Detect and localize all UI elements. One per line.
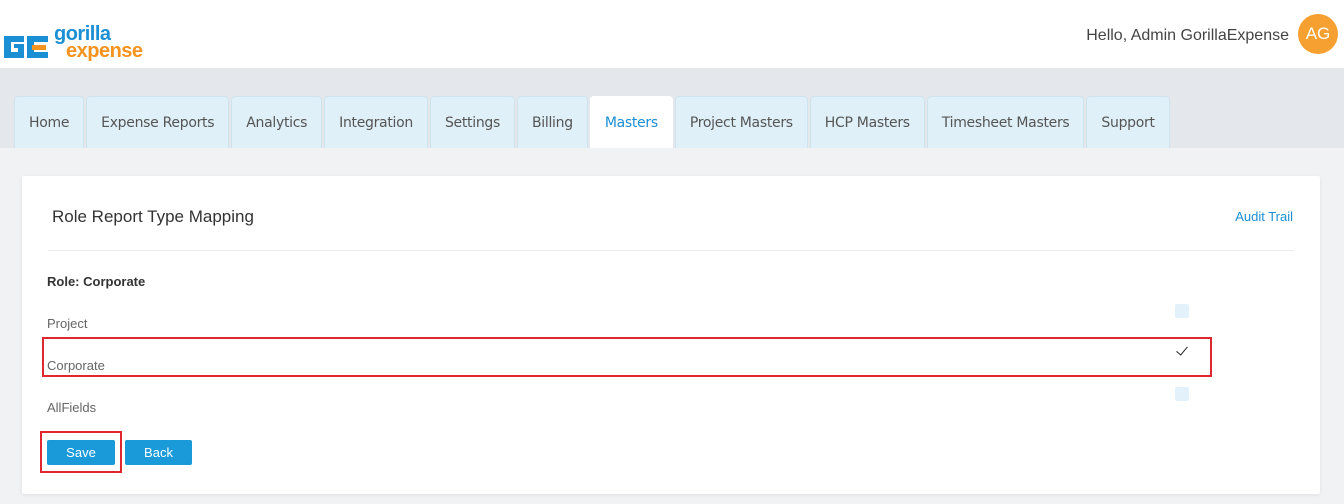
project-checkbox[interactable] — [1175, 304, 1189, 318]
logo-mark-icon — [2, 32, 50, 62]
tab-expense-reports[interactable]: Expense Reports — [86, 96, 230, 148]
save-button[interactable]: Save — [47, 440, 115, 465]
tab-home[interactable]: Home — [14, 96, 85, 148]
title-divider — [48, 250, 1294, 251]
logo-word-expense: expense — [66, 40, 143, 62]
tab-masters[interactable]: Masters — [589, 96, 673, 148]
mapping-card: Role Report Type Mapping Audit Trail Rol… — [22, 176, 1320, 494]
tab-support[interactable]: Support — [1086, 96, 1170, 148]
tab-timesheet-masters[interactable]: Timesheet Masters — [926, 96, 1085, 148]
tab-project-masters[interactable]: Project Masters — [674, 96, 808, 148]
main-nav-tabs: Home Expense Reports Analytics Integrati… — [14, 96, 1172, 148]
gorilla-expense-logo[interactable]: gorilla expense — [2, 24, 152, 68]
page-title: Role Report Type Mapping — [52, 207, 254, 226]
corporate-row-highlight — [42, 337, 1212, 377]
tab-settings[interactable]: Settings — [429, 96, 515, 148]
report-type-label-allfields: AllFields — [47, 400, 97, 415]
tab-integration[interactable]: Integration — [324, 96, 428, 148]
allfields-checkbox[interactable] — [1175, 387, 1189, 401]
user-greeting: Hello, Admin GorillaExpense — [1086, 27, 1289, 44]
user-avatar[interactable]: AG — [1298, 14, 1338, 54]
tab-hcp-masters[interactable]: HCP Masters — [809, 96, 925, 148]
report-type-label-project: Project — [47, 316, 88, 331]
top-header: gorilla expense Hello, Admin GorillaExpe… — [0, 0, 1344, 68]
back-button[interactable]: Back — [125, 440, 192, 465]
tab-billing[interactable]: Billing — [516, 96, 588, 148]
role-label: Role: Corporate — [47, 274, 146, 289]
logo-wordmark: gorilla expense — [54, 24, 143, 62]
audit-trail-link[interactable]: Audit Trail — [1235, 209, 1293, 224]
tab-analytics[interactable]: Analytics — [231, 96, 323, 148]
